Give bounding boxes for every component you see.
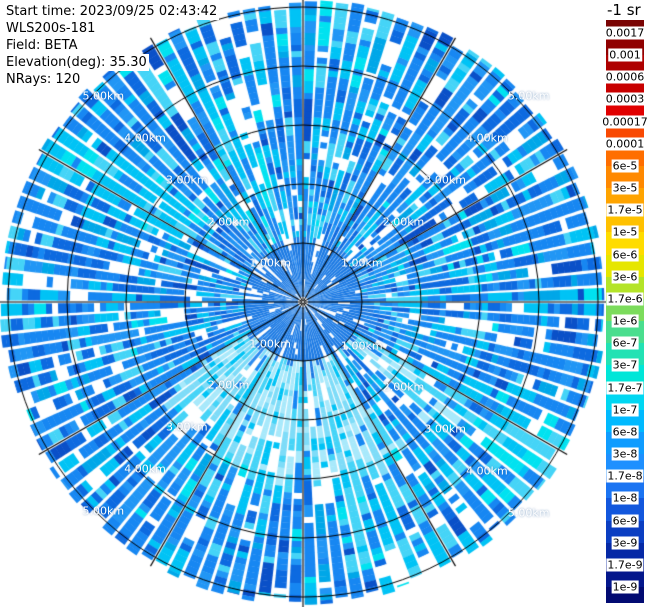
colorbar-tick-label: 3e-6 xyxy=(611,270,639,284)
range-ring-label: 3.00km xyxy=(165,173,208,187)
colorbar-tick-label: 3e-9 xyxy=(611,536,639,550)
range-ring-label: 4.00km xyxy=(124,462,166,476)
colorbar-tick-label: 1e-5 xyxy=(611,225,639,239)
range-ring-label: 4.00km xyxy=(466,464,508,478)
colorbar-tick-label: 1e-7 xyxy=(611,403,639,417)
range-ring-label: 2.00km xyxy=(207,378,250,392)
colorbar-tick-label: 1.7e-5 xyxy=(606,203,644,217)
range-ring-label: 3.00km xyxy=(424,173,466,187)
colorbar-tick-label: 3e-7 xyxy=(611,358,639,372)
colorbar-tick-label: 1.7e-9 xyxy=(606,558,644,572)
colorbar-title: -1 sr xyxy=(607,1,641,19)
ppi-figure: Start time: 2023/09/25 02:43:42 WLS200s-… xyxy=(0,0,647,607)
range-ring-label: 1.00km xyxy=(249,337,292,351)
range-ring-label: 5.00km xyxy=(82,504,125,518)
start-time-label: Start time: 2023/09/25 02:43:42 xyxy=(4,3,220,20)
range-ring-label: 5.00km xyxy=(507,89,550,103)
colorbar-tick-label: 1.7e-6 xyxy=(606,292,644,306)
colorbar-tick-label: 6e-7 xyxy=(611,336,639,350)
colorbar-tick-label: 0.0017 xyxy=(604,26,646,40)
scan-info-panel: Start time: 2023/09/25 02:43:42 WLS200s-… xyxy=(4,3,220,88)
colorbar-tick-label: 3e-5 xyxy=(611,181,639,195)
range-ring-label: 1.00km xyxy=(340,256,383,270)
range-ring-label: 3.00km xyxy=(424,422,466,436)
range-ring-label: 2.00km xyxy=(207,215,250,228)
colorbar-tick-label: 1e-8 xyxy=(611,491,639,505)
colorbar-tick-label: 6e-9 xyxy=(611,514,639,528)
colorbar-tick-label: 6e-5 xyxy=(611,159,639,173)
elevation-label: Elevation(deg): 35.30 xyxy=(4,54,149,71)
range-ring-label: 5.00km xyxy=(507,506,550,520)
nrays-label: NRays: 120 xyxy=(4,71,83,88)
colorbar-tick-label: 1.7e-7 xyxy=(606,381,644,395)
colorbar-tick-label: 0.001 xyxy=(608,48,642,62)
colorbar-tick-label: 0.00017 xyxy=(601,115,647,129)
range-ring-label: 1.00km xyxy=(340,339,383,353)
colorbar-tick-label: 0.0006 xyxy=(604,70,646,84)
range-ring-label: 2.00km xyxy=(382,380,425,394)
colorbar-tick-label: 0.0001 xyxy=(604,137,646,151)
colorbar-tick-label: 1.7e-8 xyxy=(606,469,644,483)
instrument-label: WLS200s-181 xyxy=(4,20,98,37)
range-ring-label: 1.00km xyxy=(249,256,292,270)
range-ring-label: 4.00km xyxy=(466,131,508,145)
colorbar-tick-label: 1e-9 xyxy=(611,580,639,594)
colorbar-tick-label: 6e-6 xyxy=(611,248,639,262)
colorbar-tick-label: 1e-6 xyxy=(611,314,639,328)
colorbar-tick-label: 0.0003 xyxy=(604,92,646,106)
range-ring-label: 4.00km xyxy=(124,131,166,145)
field-label: Field: BETA xyxy=(4,37,80,54)
range-ring-label: 3.00km xyxy=(165,420,208,434)
colorbar-tick-label: 3e-8 xyxy=(611,447,639,461)
range-ring-label: 2.00km xyxy=(382,215,425,228)
range-ring-label: 5.00km xyxy=(82,89,125,103)
colorbar-tick-label: 6e-8 xyxy=(611,425,639,439)
